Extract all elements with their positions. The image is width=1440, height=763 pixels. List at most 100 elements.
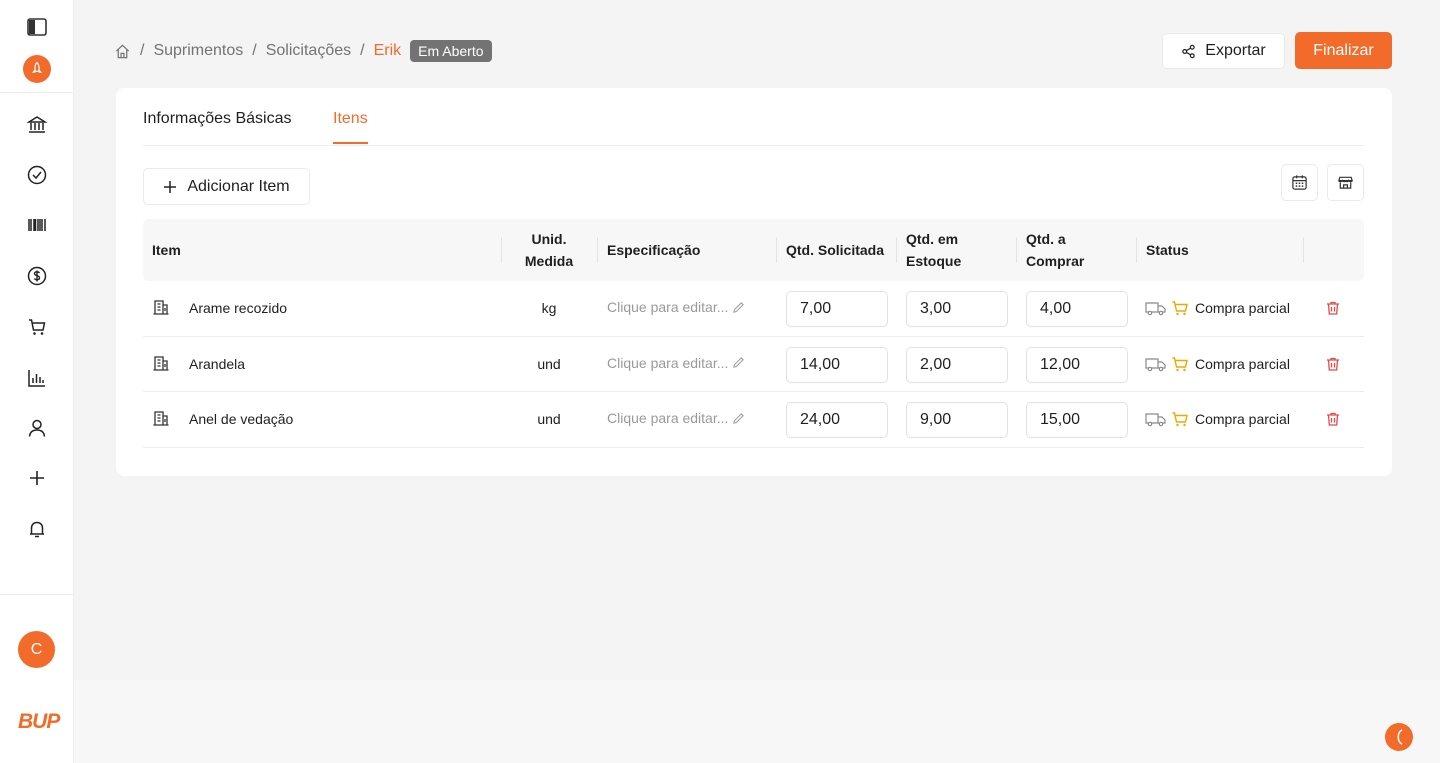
stock-qty-input[interactable] [906, 402, 1008, 439]
finish-button[interactable]: Finalizar [1295, 32, 1392, 69]
brand-logo: BUP [18, 710, 60, 733]
header-divider [501, 237, 502, 263]
user-icon[interactable] [21, 412, 53, 444]
header-divider [597, 237, 598, 263]
add-item-button[interactable]: Adicionar Item [143, 168, 310, 205]
sidebar-toggle-icon[interactable] [21, 11, 53, 43]
buy-qty-input[interactable] [1026, 346, 1128, 383]
bank-icon[interactable] [21, 109, 53, 141]
dollar-icon[interactable] [21, 260, 53, 292]
spec-edit[interactable]: Clique para editar... [607, 299, 745, 315]
building-icon [153, 355, 169, 371]
header-divider [776, 237, 777, 263]
header-unit-line1: Unid. [531, 231, 567, 247]
status-cell: Compra parcial [1145, 410, 1290, 428]
calendar-button[interactable] [1281, 164, 1318, 201]
plus-icon[interactable] [21, 462, 53, 494]
header-unit: Unid. Medida [521, 228, 577, 272]
requested-qty-input[interactable] [786, 291, 888, 327]
trash-icon[interactable] [1325, 356, 1341, 372]
header-stock-line2: Estoque [906, 253, 962, 269]
barcode-icon[interactable] [21, 209, 53, 241]
cart-icon [1172, 301, 1188, 316]
header-status: Status [1146, 242, 1189, 258]
header-buy-line1: Qtd. a [1026, 231, 1066, 247]
header-divider [1136, 237, 1137, 263]
truck-icon [1145, 357, 1166, 371]
sidebar-divider [0, 92, 74, 93]
breadcrumb-current: Erik [373, 42, 402, 59]
trash-icon[interactable] [1325, 300, 1341, 316]
header-spec: Especificação [607, 242, 701, 258]
status-badge: Em Aberto [410, 40, 492, 62]
help-icon[interactable] [1385, 723, 1413, 751]
breadcrumb-separator: / [252, 42, 257, 59]
breadcrumb-item-suprimentos[interactable]: Suprimentos [153, 42, 243, 60]
breadcrumb-item-solicitacoes[interactable]: Solicitações [266, 42, 351, 60]
bar-chart-icon[interactable] [21, 362, 53, 394]
header-item: Item [152, 242, 181, 258]
requested-qty-input[interactable] [786, 346, 888, 383]
sidebar-divider [0, 594, 74, 595]
cart-icon [1172, 412, 1188, 427]
pencil-icon [733, 301, 745, 313]
item-unit: kg [541, 300, 557, 316]
stock-qty-input[interactable] [906, 346, 1008, 383]
add-item-label: Adicionar Item [187, 177, 290, 195]
building-icon [153, 411, 169, 426]
spec-edit[interactable]: Clique para editar... [607, 410, 745, 426]
item-name: Arame recozido [189, 300, 288, 316]
tab-basic-info[interactable]: Informações Básicas [143, 110, 292, 128]
spec-placeholder: Clique para editar... [607, 299, 729, 315]
item-name: Anel de vedação [189, 411, 294, 428]
breadcrumb: / Suprimentos / Solicitações / Erik Em A… [114, 39, 492, 63]
spec-placeholder: Clique para editar... [607, 410, 729, 427]
store-button[interactable] [1327, 164, 1364, 201]
bell-icon[interactable] [21, 513, 53, 545]
header-divider [896, 237, 897, 263]
check-circle-icon[interactable] [21, 159, 53, 191]
header-buy: Qtd. a Comprar [1026, 228, 1084, 272]
spec-edit[interactable]: Clique para editar... [607, 355, 745, 371]
trash-icon[interactable] [1325, 411, 1341, 427]
sidebar: C BUP [0, 0, 74, 763]
cart-icon[interactable] [21, 311, 53, 343]
buy-qty-input[interactable] [1026, 291, 1128, 327]
export-button[interactable]: Exportar [1162, 33, 1285, 69]
footer-area [74, 680, 1440, 763]
table-header: Item Unid. Medida Especificação Qtd. Sol… [143, 219, 1364, 281]
breadcrumb-separator: / [360, 42, 365, 59]
calendar-icon [1292, 175, 1307, 190]
header-divider [1303, 237, 1304, 263]
pencil-icon [733, 412, 745, 424]
rocket-icon[interactable] [23, 55, 51, 83]
header-stock-line1: Qtd. em [906, 231, 959, 247]
status-text: Compra parcial [1195, 300, 1290, 316]
avatar[interactable]: C [18, 631, 55, 668]
header-divider [1016, 237, 1017, 263]
store-icon [1338, 176, 1353, 189]
status-cell: Compra parcial [1145, 299, 1290, 317]
export-button-label: Exportar [1205, 42, 1266, 59]
home-icon[interactable] [114, 43, 131, 60]
building-icon [153, 300, 169, 315]
tabs: Informações Básicas Itens [143, 88, 1364, 146]
requested-qty-input[interactable] [786, 402, 888, 439]
share-icon [1182, 44, 1195, 58]
stock-qty-input[interactable] [906, 291, 1008, 327]
truck-icon [1145, 302, 1166, 316]
status-text: Compra parcial [1195, 411, 1290, 428]
truck-icon [1145, 413, 1166, 427]
tab-items[interactable]: Itens [333, 110, 368, 144]
table-row: Arame recozido kg Clique para editar... … [143, 281, 1364, 337]
header-stock: Qtd. em Estoque [906, 228, 961, 272]
header-buy-line2: Comprar [1026, 253, 1085, 269]
buy-qty-input[interactable] [1026, 402, 1128, 439]
header-requested: Qtd. Solicitada [786, 242, 885, 258]
item-name: Arandela [189, 355, 246, 372]
status-cell: Compra parcial [1145, 355, 1290, 373]
status-text: Compra parcial [1195, 355, 1290, 372]
spec-placeholder: Clique para editar... [607, 354, 729, 371]
item-unit: und [537, 411, 561, 428]
pencil-icon [733, 357, 745, 368]
